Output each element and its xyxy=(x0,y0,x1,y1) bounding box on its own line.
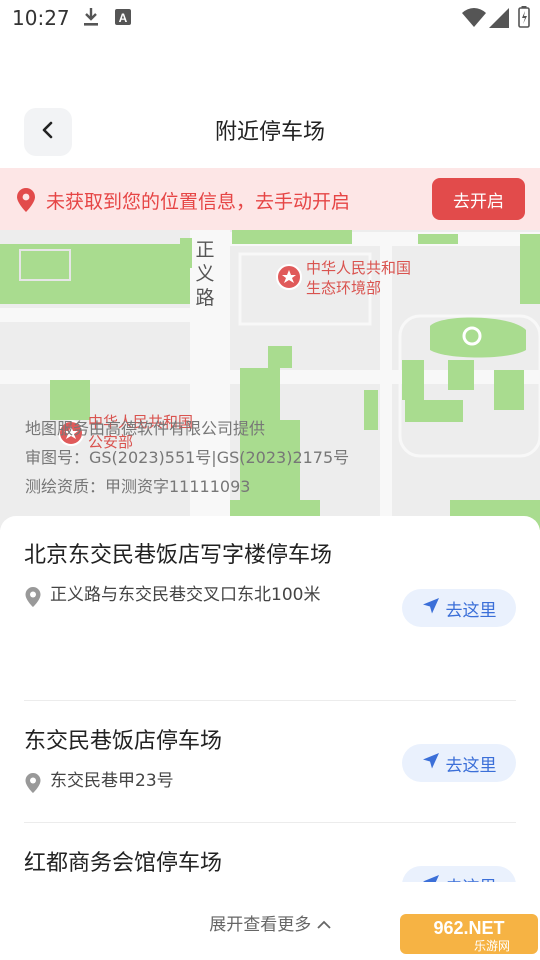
header: 附近停车场 xyxy=(0,98,540,164)
parking-address: 正义路与东交民巷交叉口东北100米 xyxy=(50,585,321,605)
battery-icon xyxy=(518,6,530,32)
location-pin-icon xyxy=(24,772,42,798)
list-divider xyxy=(24,700,516,701)
watermark-line2: 乐游网 xyxy=(474,939,510,953)
status-time: 10:27 xyxy=(12,6,70,30)
poi-marker[interactable]: 中华人民共和国 生态环境部 xyxy=(276,258,411,298)
navigation-arrow-icon xyxy=(422,597,440,620)
font-a-icon: A xyxy=(115,9,131,29)
navigate-button[interactable]: 去这里 xyxy=(402,744,516,782)
site-watermark-logo: 962.NET 乐游网 xyxy=(400,912,538,956)
signal-icon xyxy=(489,8,509,32)
location-notice-message: 未获取到您的位置信息，去手动开启 xyxy=(46,191,351,213)
svg-text:A: A xyxy=(119,11,128,25)
page-title: 附近停车场 xyxy=(214,120,325,145)
enable-location-button[interactable]: 去开启 xyxy=(432,178,525,220)
poi-name-line2: 生态环境部 xyxy=(306,279,382,297)
location-pin-icon xyxy=(16,188,36,216)
parking-name: 东交民巷饭店停车场 xyxy=(24,729,223,754)
list-divider xyxy=(24,822,516,823)
location-notice-bar: 未获取到您的位置信息，去手动开启 去开启 xyxy=(0,168,540,230)
parking-name: 红都商务会馆停车场 xyxy=(24,851,223,876)
watermark-line1: 962.NET xyxy=(433,918,504,938)
navigate-button-label: 去这里 xyxy=(445,600,497,621)
map-credit-line: 地图服务由高德软件有限公司提供 xyxy=(25,419,266,438)
status-bar: 10:27 A xyxy=(0,0,540,36)
download-icon xyxy=(82,6,100,32)
chevron-up-icon xyxy=(317,915,331,935)
parking-address: 东交民巷甲23号 xyxy=(50,771,174,791)
navigate-button-label: 去这里 xyxy=(445,755,497,776)
road-label: 正义路 xyxy=(195,239,215,309)
parking-name: 北京东交民巷饭店写字楼停车场 xyxy=(24,543,333,568)
navigate-button[interactable]: 去这里 xyxy=(402,589,516,627)
show-more-label: 展开查看更多 xyxy=(209,915,312,935)
navigation-arrow-icon xyxy=(422,752,440,775)
map-credit-line: 测绘资质：甲测资字11111093 xyxy=(25,477,251,496)
map-view[interactable]: 正义路 中华人民共和国 生态环境部 中华人民共和国 公安部 地图服务由高德软件有… xyxy=(0,230,540,530)
map-credit-line: 审图号：GS(2023)551号|GS(2023)2175号 xyxy=(25,448,350,467)
poi-name-line1: 中华人民共和国 xyxy=(306,259,412,277)
map-credits: 地图服务由高德软件有限公司提供 审图号：GS(2023)551号|GS(2023… xyxy=(25,414,349,501)
wifi-icon xyxy=(462,8,486,32)
parking-list-sheet: 北京东交民巷饭店写字楼停车场 正义路与东交民巷交叉口东北100米 去这里 东交民… xyxy=(0,516,540,960)
location-pin-icon xyxy=(24,586,42,612)
